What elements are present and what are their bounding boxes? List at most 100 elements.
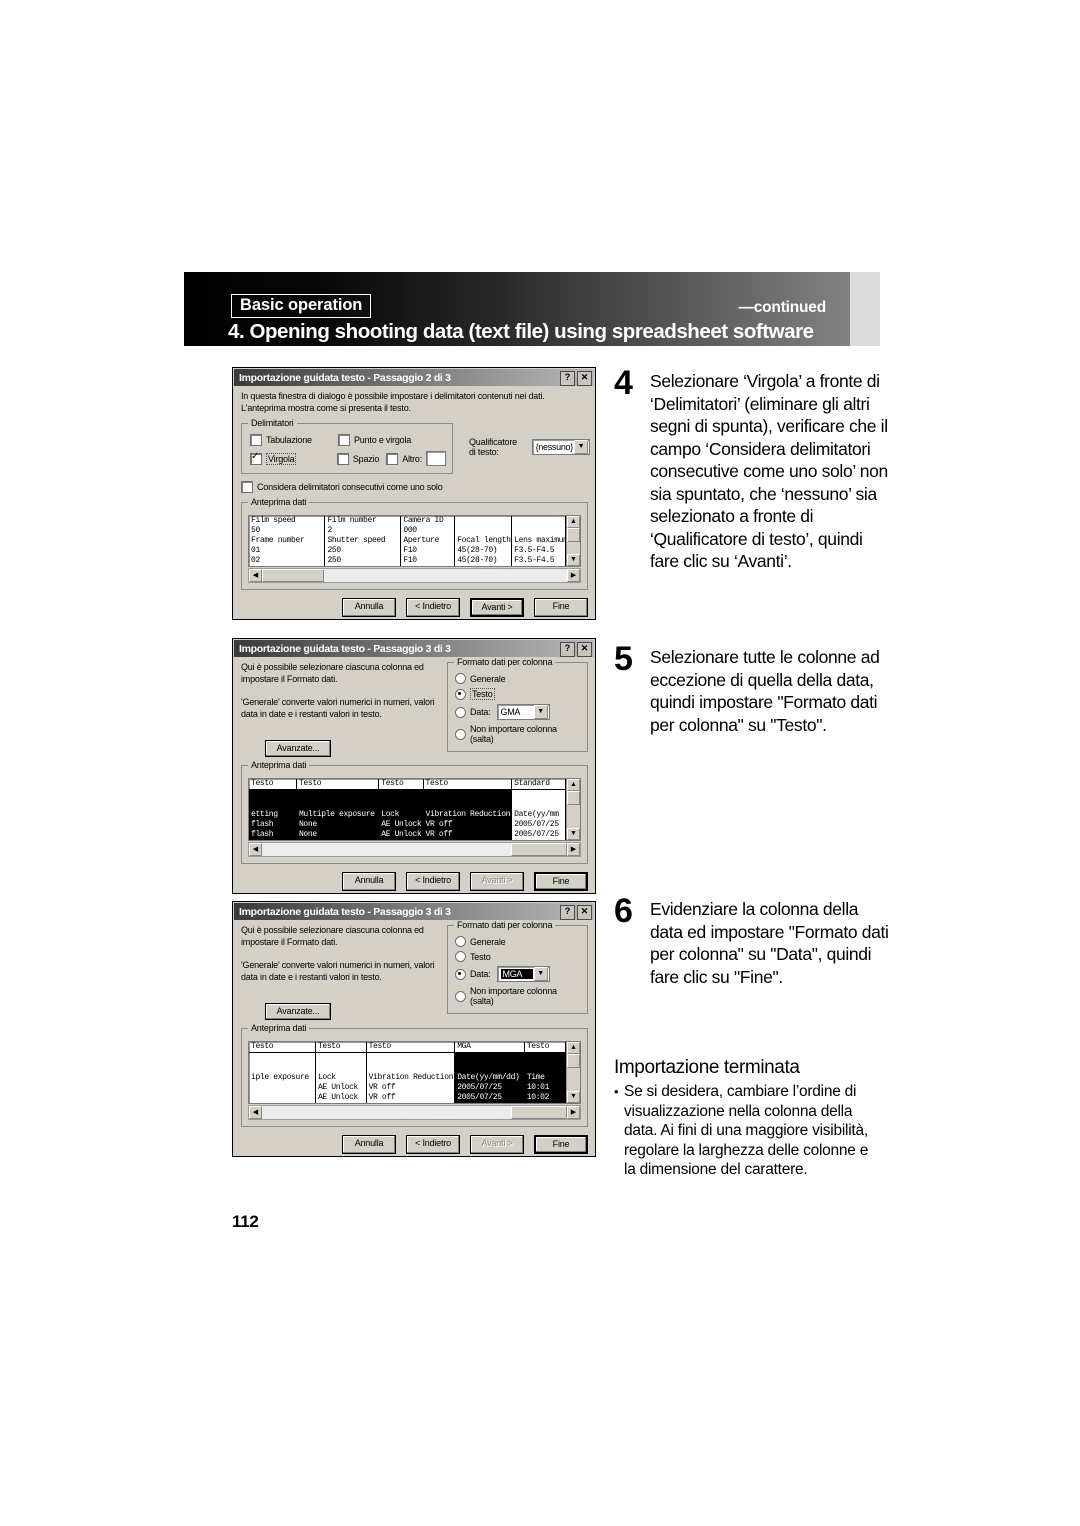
scroll-up-icon[interactable]: ▲	[567, 516, 580, 528]
column-header[interactable]: Testo	[366, 1042, 456, 1053]
dialog1-preview-grid[interactable]: Film speed Film number Camera ID 50 2 00…	[248, 515, 581, 567]
help-icon[interactable]: ?	[560, 641, 575, 657]
checkbox-punto-e-virgola[interactable]: Punto e virgola	[338, 434, 411, 446]
dialog2-titlebar[interactable]: Importazione guidata testo - Passaggio 3…	[234, 640, 594, 657]
dialog3-vertical-scrollbar[interactable]: ▲ ▼	[566, 1042, 580, 1103]
column-header[interactable]: Testo	[249, 779, 297, 790]
scroll-right-icon[interactable]: ▶	[567, 569, 580, 582]
radio-data-dot[interactable]	[455, 706, 466, 718]
scroll-thumb-horizontal[interactable]	[511, 843, 567, 856]
scroll-down-icon[interactable]: ▼	[567, 1091, 580, 1103]
column-header[interactable]: Testo	[249, 1042, 316, 1053]
date-format-combo[interactable]: MGA ▼	[496, 966, 550, 982]
cell: Camera ID	[400, 516, 456, 526]
close-icon[interactable]: ✕	[577, 370, 592, 386]
chevron-down-icon[interactable]: ▼	[533, 705, 548, 719]
radio-non-importare-dot[interactable]	[455, 990, 466, 1002]
back-button[interactable]: < Indietro	[406, 1135, 460, 1154]
cancel-button[interactable]: Annulla	[342, 598, 396, 617]
checkbox-spazio[interactable]: Spazio	[336, 452, 386, 465]
column-header[interactable]: MGA	[454, 1042, 525, 1053]
checkbox-punto-e-virgola-box[interactable]	[338, 434, 350, 446]
help-icon[interactable]: ?	[560, 904, 575, 920]
column-header[interactable]: Testo	[315, 1042, 367, 1053]
date-format-combo[interactable]: GMA ▼	[496, 704, 550, 720]
radio-non-importare[interactable]: Non importare colonna (salta)	[455, 986, 581, 1006]
checkbox-consecutive-delimiters-box[interactable]	[241, 481, 253, 493]
column-header[interactable]: Testo	[423, 779, 513, 790]
checkbox-altro-box[interactable]	[386, 452, 399, 465]
cell: Film number	[324, 516, 402, 526]
advanced-button[interactable]: Avanzate...	[265, 1003, 331, 1020]
radio-data-dot[interactable]	[455, 968, 466, 980]
dialog2-preview-grid[interactable]: Testo Testo Testo Testo Standard etting …	[248, 778, 581, 841]
chevron-down-icon[interactable]: ▼	[533, 967, 548, 981]
chevron-down-icon[interactable]: ▼	[573, 440, 588, 454]
column-header[interactable]: Testo	[524, 1042, 566, 1053]
checkbox-tabulazione[interactable]: Tabulazione	[250, 434, 338, 446]
scroll-track-horizontal[interactable]	[262, 1106, 511, 1119]
dialog2-horizontal-scrollbar[interactable]: ◀ ▶	[248, 842, 581, 857]
scroll-up-icon[interactable]: ▲	[567, 779, 580, 791]
finish-button[interactable]: Fine	[534, 1135, 588, 1154]
scroll-left-icon[interactable]: ◀	[249, 1106, 262, 1119]
dialog1-horizontal-scrollbar[interactable]: ◀ ▶	[248, 568, 581, 583]
radio-generale-dot[interactable]	[455, 936, 466, 947]
scroll-right-icon[interactable]: ▶	[567, 843, 580, 856]
cancel-button[interactable]: Annulla	[342, 1135, 396, 1154]
radio-testo-label: Testo	[470, 688, 495, 700]
radio-generale[interactable]: Generale	[455, 936, 581, 947]
dialog3-titlebar[interactable]: Importazione guidata testo - Passaggio 3…	[234, 903, 594, 920]
scroll-down-icon[interactable]: ▼	[567, 554, 580, 566]
scroll-up-icon[interactable]: ▲	[567, 1042, 580, 1054]
back-button[interactable]: < Indietro	[406, 598, 460, 617]
back-button[interactable]: < Indietro	[406, 872, 460, 891]
next-button[interactable]: Avanti >	[470, 598, 524, 617]
radio-testo[interactable]: Testo	[455, 951, 581, 962]
radio-non-importare[interactable]: Non importare colonna (salta)	[455, 724, 581, 744]
scroll-thumb-horizontal[interactable]	[511, 1106, 567, 1119]
dialog3-preview-grid[interactable]: Testo Testo Testo MGA Testo iple exposur…	[248, 1041, 581, 1104]
scroll-left-icon[interactable]: ◀	[249, 843, 262, 856]
radio-testo-dot[interactable]	[455, 951, 466, 962]
finish-button[interactable]: Fine	[534, 872, 588, 891]
radio-data[interactable]: Data: GMA ▼	[455, 704, 581, 720]
scroll-thumb-vertical[interactable]	[567, 1054, 580, 1068]
scroll-left-icon[interactable]: ◀	[249, 569, 262, 582]
close-icon[interactable]: ✕	[577, 904, 592, 920]
dialog2-preview-group: Anteprima dati Testo Testo Testo Testo S…	[241, 760, 588, 864]
checkbox-altro[interactable]: Altro:	[386, 451, 446, 466]
radio-non-importare-dot[interactable]	[455, 728, 466, 740]
checkbox-spazio-box[interactable]	[336, 452, 349, 465]
dialog1-vertical-scrollbar[interactable]: ▲ ▼	[566, 516, 580, 566]
altro-delimiter-input[interactable]	[426, 451, 446, 466]
radio-data[interactable]: Data: MGA ▼	[455, 966, 581, 982]
scroll-track-horizontal[interactable]	[262, 843, 511, 856]
checkbox-virgola[interactable]: Virgola	[250, 451, 337, 465]
dialog2-vertical-scrollbar[interactable]: ▲ ▼	[566, 779, 580, 840]
radio-generale[interactable]: Generale	[455, 673, 581, 684]
radio-testo-dot[interactable]	[455, 688, 466, 700]
column-header[interactable]: Standard	[511, 779, 566, 790]
scroll-thumb-vertical[interactable]	[567, 528, 580, 542]
scroll-thumb-horizontal[interactable]	[262, 569, 324, 582]
scroll-down-icon[interactable]: ▼	[567, 828, 580, 840]
scroll-track-horizontal[interactable]	[324, 569, 567, 582]
cancel-button[interactable]: Annulla	[342, 872, 396, 891]
advanced-button[interactable]: Avanzate...	[265, 740, 331, 757]
column-header[interactable]: Testo	[378, 779, 424, 790]
column-header[interactable]: Testo	[296, 779, 380, 790]
dialog3-horizontal-scrollbar[interactable]: ◀ ▶	[248, 1105, 581, 1120]
finish-button[interactable]: Fine	[534, 598, 588, 617]
checkbox-consecutive-delimiters[interactable]: Considera delimitatori consecutivi come …	[241, 481, 588, 493]
help-icon[interactable]: ?	[560, 370, 575, 386]
scroll-thumb-vertical[interactable]	[567, 791, 580, 805]
close-icon[interactable]: ✕	[577, 641, 592, 657]
checkbox-tabulazione-box[interactable]	[250, 434, 262, 446]
scroll-right-icon[interactable]: ▶	[567, 1106, 580, 1119]
text-qualifier-combo[interactable]: {nessuno} ▼	[531, 439, 590, 455]
radio-testo[interactable]: Testo	[455, 688, 581, 700]
dialog1-titlebar[interactable]: Importazione guidata testo - Passaggio 2…	[234, 369, 594, 386]
radio-generale-dot[interactable]	[455, 673, 466, 684]
checkbox-virgola-box[interactable]	[250, 451, 262, 465]
